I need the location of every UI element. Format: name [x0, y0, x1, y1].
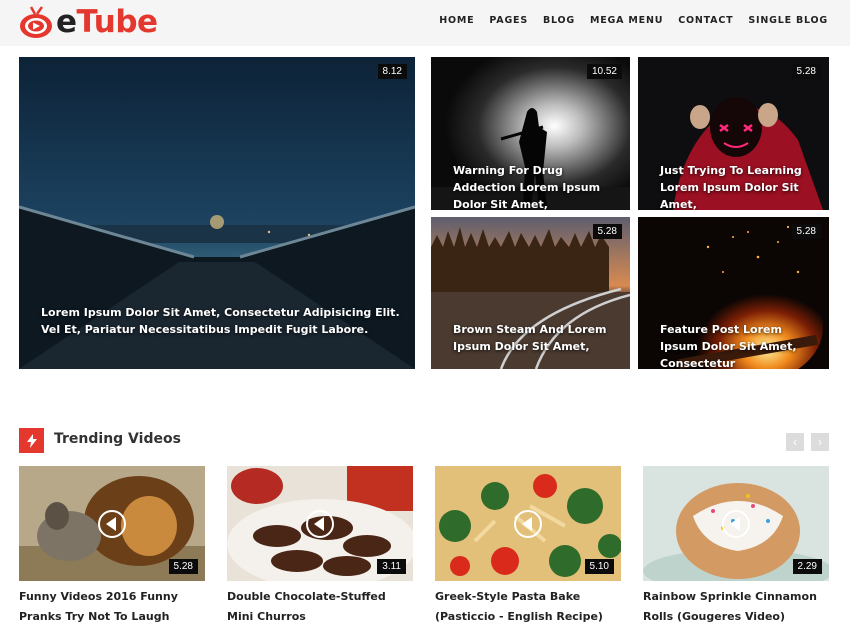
carousel-prev-button[interactable]: ‹ [786, 433, 804, 451]
video-card: 5.28 Funny Videos 2016 Funny Pranks Try … [19, 466, 205, 627]
hero-video-2[interactable]: 10.52 Warning For Drug Addection Lorem I… [431, 57, 630, 210]
video-title[interactable]: Funny Videos 2016 Funny Pranks Try Not T… [19, 587, 205, 627]
site-logo[interactable]: eTube [18, 2, 158, 42]
hero-video-3-title[interactable]: Just Trying To Learning Lorem Ipsum Dolo… [660, 162, 821, 210]
main-nav: HOME PAGES BLOG MEGA MENU CONTACT SINGLE… [439, 15, 828, 26]
duration-badge: 5.10 [584, 559, 614, 574]
video-card: 3.11 Double Chocolate-Stuffed Mini Churr… [227, 466, 413, 627]
video-card: 2.29 Rainbow Sprinkle Cinnamon Rolls (Go… [643, 466, 829, 627]
video-card: 5.10 Greek-Style Pasta Bake (Pasticcio -… [435, 466, 621, 627]
duration-badge: 5.28 [592, 224, 622, 239]
nav-contact[interactable]: CONTACT [678, 15, 733, 26]
duration-badge: 5.28 [791, 64, 821, 79]
hero-featured-video[interactable]: 8.12 Lorem Ipsum Dolor Sit Amet, Consect… [19, 57, 415, 369]
video-thumbnail[interactable]: 5.28 [19, 466, 205, 581]
duration-badge: 10.52 [586, 64, 622, 79]
play-icon[interactable] [98, 510, 126, 538]
duration-badge: 2.29 [792, 559, 822, 574]
nav-home[interactable]: HOME [439, 15, 474, 26]
duration-badge: 3.11 [377, 559, 406, 574]
play-icon[interactable] [306, 510, 334, 538]
hero-video-4-title[interactable]: Brown Steam And Lorem Ipsum Dolor Sit Am… [453, 321, 622, 355]
trending-section-title: Trending Videos [54, 431, 181, 447]
nav-blog[interactable]: BLOG [543, 15, 575, 26]
video-title[interactable]: Rainbow Sprinkle Cinnamon Rolls (Gougere… [643, 587, 829, 627]
site-header: eTube HOME PAGES BLOG MEGA MENU CONTACT … [0, 0, 850, 46]
hero-video-3[interactable]: 5.28 Just Trying To Learning Lorem Ipsum… [638, 57, 829, 210]
logo-wordmark: eTube [56, 4, 158, 40]
hero-featured-title[interactable]: Lorem Ipsum Dolor Sit Amet, Consectetur … [41, 304, 407, 338]
duration-badge: 5.28 [791, 224, 821, 239]
nav-pages[interactable]: PAGES [489, 15, 528, 26]
video-thumbnail[interactable]: 2.29 [643, 466, 829, 581]
play-icon[interactable] [514, 510, 542, 538]
carousel-next-button[interactable]: › [811, 433, 829, 451]
nav-single-blog[interactable]: SINGLE BLOG [748, 15, 828, 26]
hero-video-5-title[interactable]: Feature Post Lorem Ipsum Dolor Sit Amet,… [660, 321, 821, 369]
hero-video-4[interactable]: 5.28 Brown Steam And Lorem Ipsum Dolor S… [431, 217, 630, 369]
play-icon[interactable] [722, 510, 750, 538]
lightning-icon [19, 428, 44, 453]
hero-video-2-title[interactable]: Warning For Drug Addection Lorem Ipsum D… [453, 162, 622, 210]
nav-mega-menu[interactable]: MEGA MENU [590, 15, 663, 26]
tv-logo-icon [18, 4, 54, 40]
duration-badge: 8.12 [377, 64, 407, 79]
duration-badge: 5.28 [168, 559, 198, 574]
video-thumbnail[interactable]: 5.10 [435, 466, 621, 581]
video-title[interactable]: Greek-Style Pasta Bake (Pasticcio - Engl… [435, 587, 621, 627]
hero-video-5[interactable]: 5.28 Feature Post Lorem Ipsum Dolor Sit … [638, 217, 829, 369]
video-title[interactable]: Double Chocolate-Stuffed Mini Churros [227, 587, 413, 627]
video-thumbnail[interactable]: 3.11 [227, 466, 413, 581]
